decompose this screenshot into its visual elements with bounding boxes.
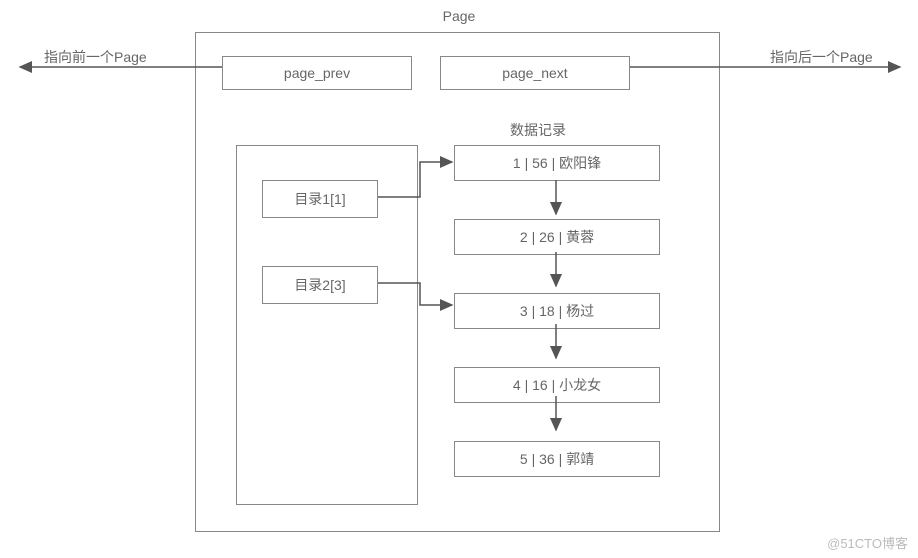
watermark: @51CTO博客 [827,533,908,552]
data-record: 1 | 56 | 欧阳锋 [454,145,660,181]
directory-entry: 目录2[3] [262,266,378,304]
data-record: 5 | 36 | 郭靖 [454,441,660,477]
next-page-label: 指向后一个Page [770,47,873,67]
page-next-node: page_next [440,56,630,90]
directory-entry: 目录1[1] [262,180,378,218]
page-prev-node: page_prev [222,56,412,90]
prev-page-label: 指向前一个Page [44,47,147,67]
data-record: 2 | 26 | 黄蓉 [454,219,660,255]
data-record: 3 | 18 | 杨过 [454,293,660,329]
records-column: 1 | 56 | 欧阳锋 2 | 26 | 黄蓉 3 | 18 | 杨过 4 |… [454,145,660,515]
page-title: Page [0,8,918,24]
data-record: 4 | 16 | 小龙女 [454,367,660,403]
records-title: 数据记录 [510,120,566,140]
